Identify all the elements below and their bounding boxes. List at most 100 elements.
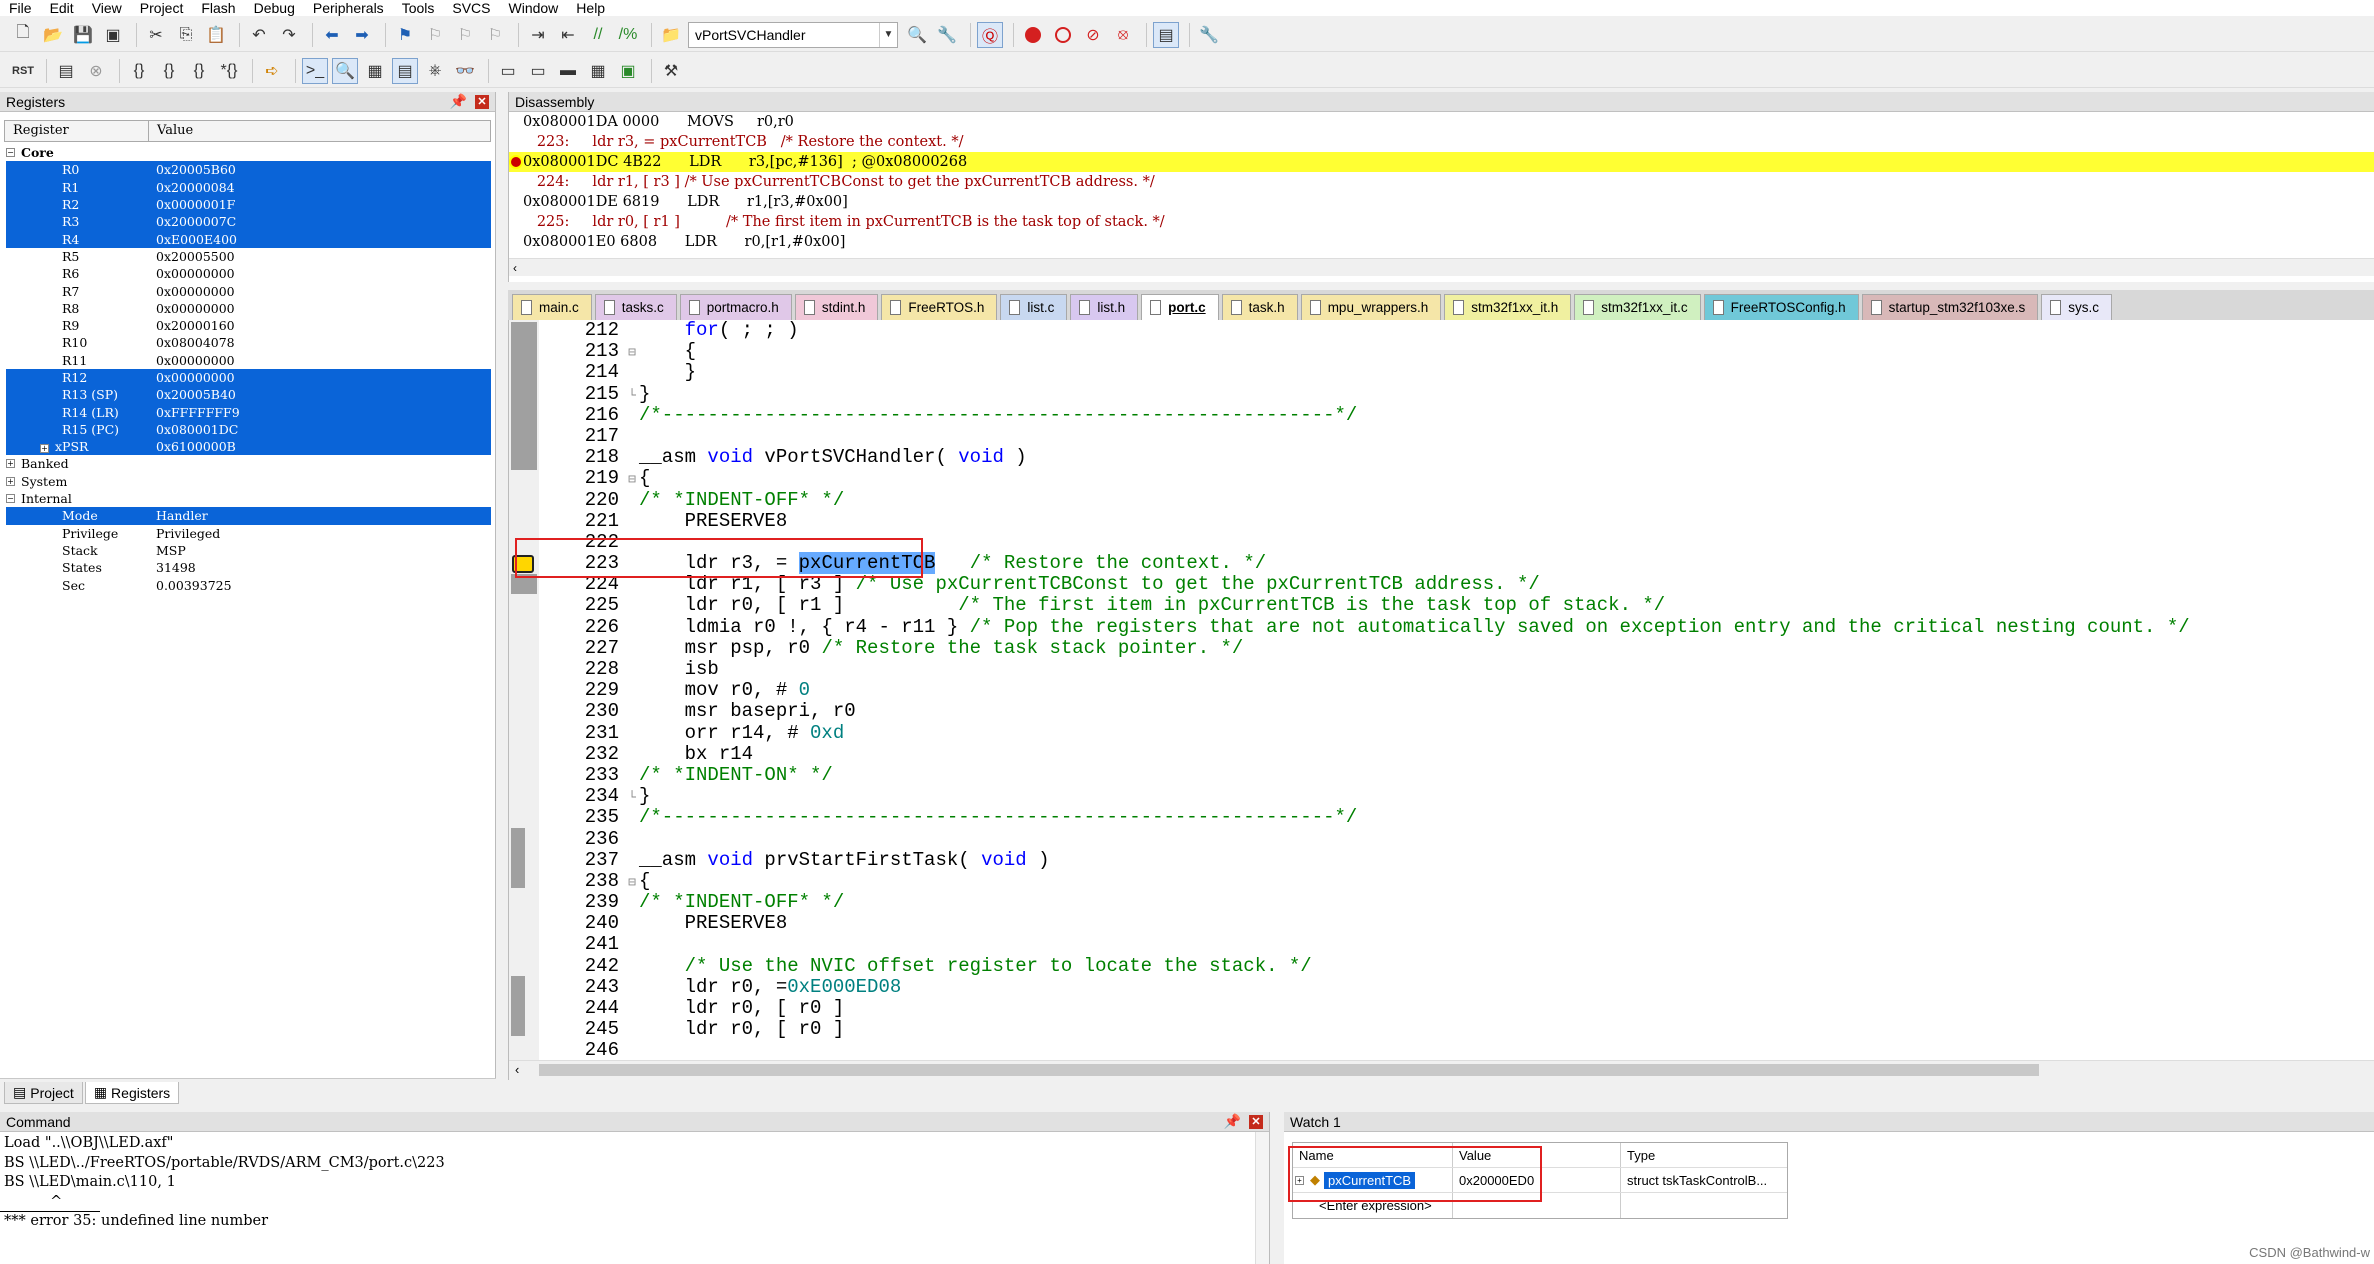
window-layout-icon[interactable]: ▤: [1153, 21, 1179, 48]
code-line[interactable]: 230 msr basepri, r0: [539, 701, 2369, 722]
register-row[interactable]: Sec 0.00393725: [6, 576, 491, 593]
editor-hscrollbar[interactable]: ‹: [509, 1060, 2374, 1080]
indent-icon[interactable]: ⇥: [525, 22, 551, 48]
register-value[interactable]: 0xE000E400: [156, 232, 491, 247]
editor-hscroll-thumb[interactable]: [539, 1064, 2039, 1076]
register-value[interactable]: 0x20005500: [156, 249, 491, 264]
code-line[interactable]: 221 PRESERVE8: [539, 510, 2369, 532]
breakpoint-disable-icon[interactable]: [1050, 22, 1076, 48]
new-file-icon[interactable]: 🗋: [10, 22, 36, 48]
disassembly-source-line[interactable]: 223: ldr r3, = pxCurrentTCB /* Restore t…: [509, 132, 2374, 152]
step-into-icon[interactable]: {}: [126, 58, 152, 84]
line-number[interactable]: 225: [539, 595, 625, 616]
register-value[interactable]: 0x20000160: [156, 318, 491, 333]
menu-item-tools[interactable]: Tools: [393, 0, 444, 16]
menu-item-view[interactable]: View: [83, 0, 131, 16]
code-line[interactable]: 229 mov r0, # 0: [539, 679, 2369, 701]
bookmark-next-icon[interactable]: ⚐: [452, 22, 478, 48]
code-line[interactable]: 212 for( ; ; ): [539, 320, 2369, 341]
scroll-left-icon[interactable]: ‹: [509, 261, 517, 275]
code-line[interactable]: 218 __asm void vPortSVCHandler( void ): [539, 446, 2369, 468]
menu-item-file[interactable]: File: [0, 0, 41, 16]
code-line[interactable]: 245 ldr r0, [ r0 ]: [539, 1018, 2369, 1040]
tab-freertosconfig-h[interactable]: FreeRTOSConfig.h: [1703, 294, 1859, 320]
line-number[interactable]: 227: [539, 637, 625, 659]
register-row[interactable]: + xPSR 0x6100000B: [6, 438, 491, 456]
line-number[interactable]: 244: [539, 997, 625, 1019]
scroll-left-icon[interactable]: ‹: [509, 1062, 519, 1077]
register-row[interactable]: R14 (LR) 0xFFFFFFF9: [6, 403, 491, 421]
tab-stdint-h[interactable]: stdint.h: [794, 294, 879, 320]
find-in-files-icon[interactable]: 📁: [658, 22, 684, 48]
toolbox-icon[interactable]: ⚒: [658, 58, 684, 84]
disassembly-hscrollbar[interactable]: ‹: [509, 258, 2374, 276]
code-line[interactable]: 219 ⊟{: [539, 468, 2369, 489]
menu-item-project[interactable]: Project: [131, 0, 193, 16]
copy-icon[interactable]: ⎘: [173, 22, 199, 48]
col-value[interactable]: Value: [149, 121, 193, 141]
code-line[interactable]: 235 /*-----------------------------------…: [539, 807, 2369, 828]
register-row[interactable]: R6 0x00000000: [6, 265, 491, 282]
function-combo[interactable]: vPortSVCHandler ▼: [688, 21, 898, 48]
tab-mpu_wrappers-h[interactable]: mpu_wrappers.h: [1300, 294, 1442, 320]
line-number[interactable]: 228: [539, 658, 625, 680]
fold-marker-icon[interactable]: ⊟: [625, 469, 639, 490]
disassembly-source-line[interactable]: 225: ldr r0, [ r1 ] /* The first item in…: [509, 212, 2374, 232]
pin-icon[interactable]: 📌: [1224, 1113, 1241, 1130]
register-row[interactable]: Stack MSP: [6, 542, 491, 559]
tab-stm32f1xx_it-h[interactable]: stm32f1xx_it.h: [1444, 294, 1572, 320]
tab-sys-c[interactable]: sys.c: [2041, 294, 2112, 320]
register-value[interactable]: 0x00000000: [156, 353, 491, 368]
disassembly-source-line[interactable]: 224: ldr r1, [ r3 ] /* Use pxCurrentTCBC…: [509, 172, 2374, 192]
menu-item-window[interactable]: Window: [500, 0, 568, 16]
register-group-internal[interactable]: − Internal: [6, 490, 491, 507]
register-row[interactable]: R13 (SP) 0x20005B40: [6, 386, 491, 404]
register-value[interactable]: 0x0000001F: [156, 197, 491, 212]
line-number[interactable]: 214: [539, 362, 625, 383]
line-number[interactable]: 219: [539, 468, 625, 489]
line-number[interactable]: 216: [539, 404, 625, 426]
comment-icon[interactable]: //: [585, 22, 611, 48]
step-over-icon[interactable]: {}: [156, 58, 182, 84]
bookmark-prev-icon[interactable]: ⚐: [422, 22, 448, 48]
register-value[interactable]: 0x00000000: [156, 284, 491, 299]
register-value[interactable]: 0x2000007C: [156, 214, 491, 229]
register-row[interactable]: R4 0xE000E400: [6, 230, 491, 248]
disassembly-line[interactable]: 0x080001DE 6819 LDR r1,[r3,#0x00]: [509, 192, 2374, 212]
code-line[interactable]: 228 isb: [539, 658, 2369, 680]
code-editor[interactable]: 212 for( ; ; ) 213 ⊟ {214 } 215 └} 216/*-----…: [508, 320, 2374, 1080]
tab-tasks-c[interactable]: tasks.c: [594, 294, 677, 320]
collapse-icon[interactable]: −: [6, 148, 15, 158]
code-line[interactable]: 216 /*-----------------------------------…: [539, 404, 2369, 426]
code-line[interactable]: 246: [539, 1040, 2369, 1061]
register-value[interactable]: 31498: [156, 560, 491, 575]
line-number[interactable]: 213: [539, 340, 625, 362]
line-number[interactable]: 241: [539, 934, 625, 955]
register-value[interactable]: 0x080001DC: [156, 422, 491, 437]
breakpoint-disable-all-icon[interactable]: ⊘: [1080, 22, 1106, 48]
disassembly-line[interactable]: 0x080001DC 4B22 LDR r3,[pc,#136] ; @0x08…: [509, 152, 2374, 172]
nav-forward-icon[interactable]: ➡: [349, 22, 375, 48]
redo-icon[interactable]: ↷: [276, 22, 302, 48]
menu-item-help[interactable]: Help: [567, 0, 614, 16]
code-line[interactable]: 233 /* *INDENT-ON* */: [539, 764, 2369, 786]
code-line[interactable]: 244 ldr r0, [ r0 ]: [539, 997, 2369, 1019]
register-row[interactable]: R0 0x20005B60: [6, 161, 491, 179]
code-line[interactable]: 220 /* *INDENT-OFF* */: [539, 489, 2369, 511]
save-all-icon[interactable]: ▣: [100, 22, 126, 48]
register-row[interactable]: R8 0x00000000: [6, 300, 491, 317]
disassembly-window-icon[interactable]: 🔍: [332, 57, 358, 84]
tab-stm32f1xx_it-c[interactable]: stm32f1xx_it.c: [1574, 294, 1701, 320]
line-number[interactable]: 238: [539, 870, 625, 892]
line-number[interactable]: 233: [539, 764, 625, 786]
menu-item-svcs[interactable]: SVCS: [443, 0, 499, 16]
line-number[interactable]: 243: [539, 976, 625, 998]
tab-port-c[interactable]: port.c: [1141, 294, 1219, 320]
code-line[interactable]: 234 └}: [539, 785, 2369, 807]
code-line[interactable]: 225 ldr r0, [ r1 ] /* The first item in …: [539, 595, 2369, 616]
tab-task-h[interactable]: task.h: [1221, 294, 1298, 320]
register-value[interactable]: 0x20005B40: [156, 387, 491, 402]
line-number[interactable]: 231: [539, 722, 625, 744]
reset-icon[interactable]: RST: [10, 58, 36, 84]
code-line[interactable]: 238 ⊟{: [539, 870, 2369, 892]
